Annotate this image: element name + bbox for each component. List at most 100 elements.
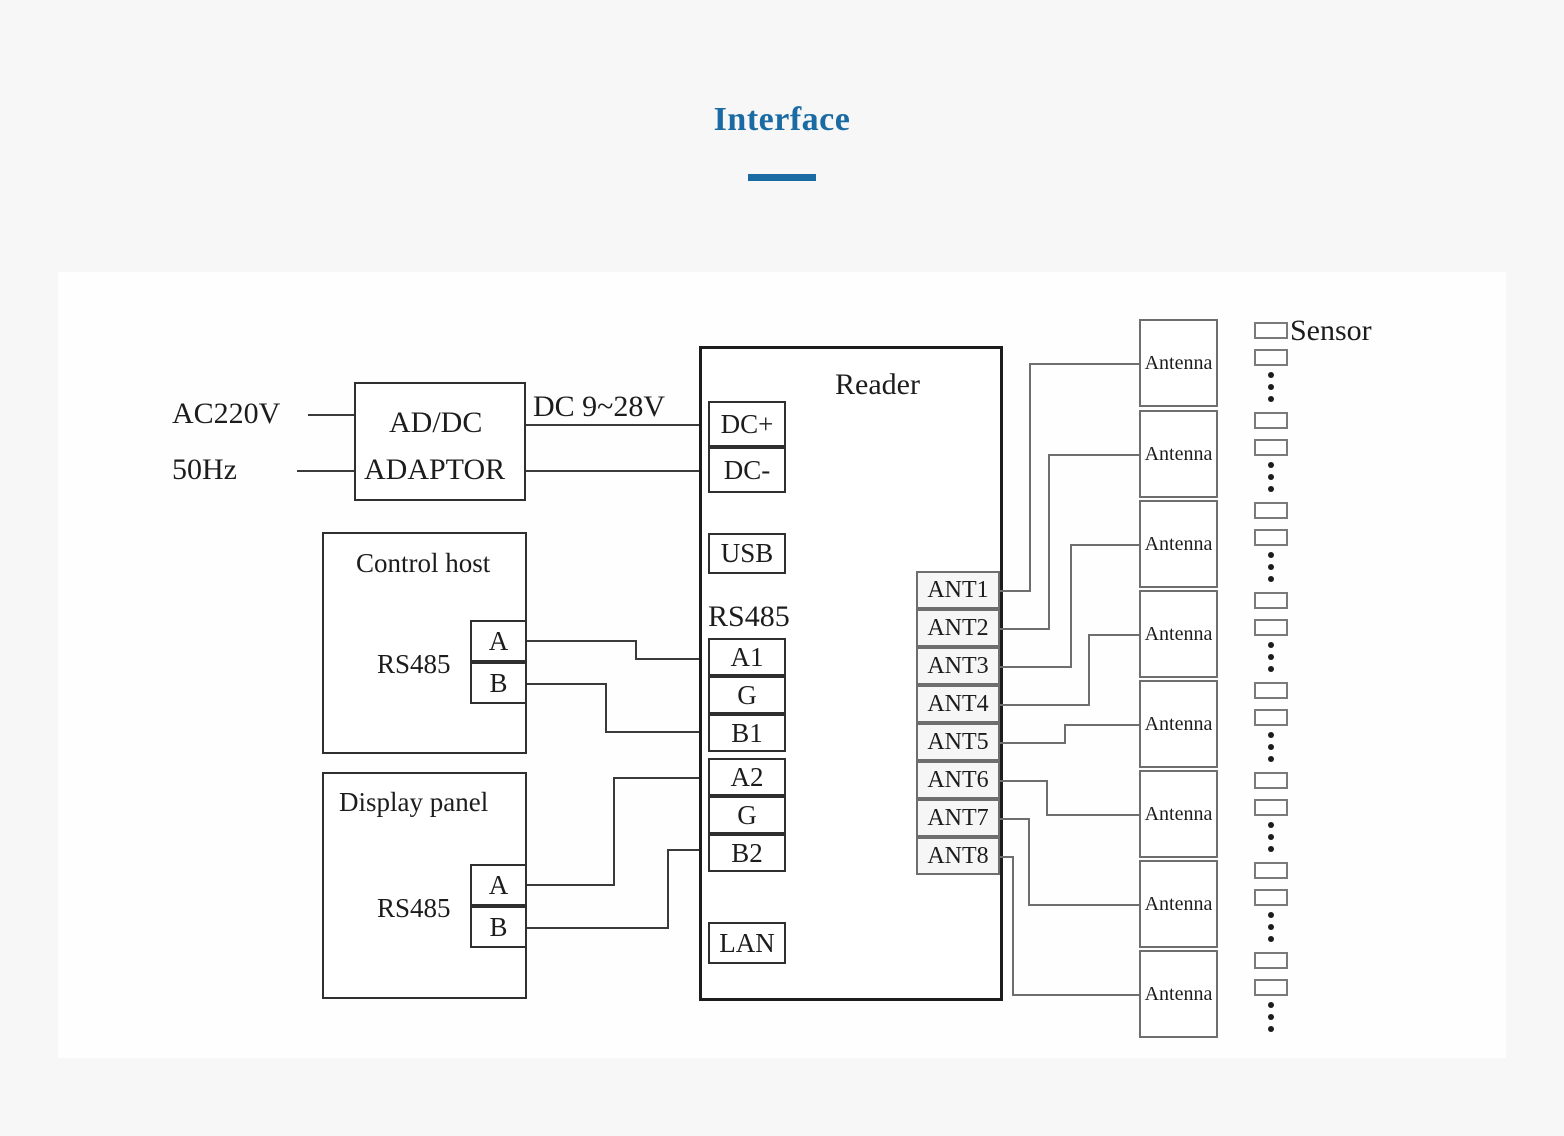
sensor-continuation-dot	[1268, 486, 1274, 492]
sensor-continuation-dot	[1268, 552, 1274, 558]
wire-host-b-seg2	[605, 683, 607, 733]
antenna-box-7: Antenna	[1139, 860, 1218, 948]
reader-port-ant8[interactable]: ANT8	[916, 837, 1000, 875]
sensor-column-label: Sensor	[1290, 314, 1372, 347]
wire-ant8-seg2	[1012, 856, 1014, 996]
ac-source-voltage-label: AC220V	[172, 397, 281, 430]
wire-ant4-seg1	[1000, 704, 1090, 706]
addc-adaptor-label-line1: AD/DC	[389, 406, 483, 439]
wire-ant6-seg2	[1046, 780, 1048, 816]
reader-title: Reader	[835, 368, 920, 401]
wire-display-a-seg3	[613, 777, 710, 779]
antenna-box-8: Antenna	[1139, 950, 1218, 1038]
wire-ant2-seg3	[1048, 454, 1139, 456]
wire-ant6-seg1	[1000, 780, 1048, 782]
sensor-rect	[1254, 592, 1288, 609]
wire-50hz-to-adaptor	[297, 470, 355, 472]
sensor-continuation-dot	[1268, 384, 1274, 390]
sensor-continuation-dot	[1268, 1026, 1274, 1032]
sensor-rect	[1254, 709, 1288, 726]
control-host-port-a[interactable]: A	[470, 620, 527, 662]
sensor-continuation-dot	[1268, 576, 1274, 582]
dc-output-voltage-label: DC 9~28V	[533, 390, 666, 423]
wire-display-a-seg2	[613, 777, 615, 886]
wire-ant3-seg2	[1070, 544, 1072, 668]
sensor-continuation-dot	[1268, 396, 1274, 402]
sensor-rect	[1254, 772, 1288, 789]
page-title: Interface	[713, 101, 851, 138]
sensor-rect	[1254, 862, 1288, 879]
ac-source-frequency-label: 50Hz	[172, 453, 237, 486]
addc-adaptor-label-line2: ADAPTOR	[364, 453, 506, 486]
sensor-continuation-dot	[1268, 846, 1274, 852]
reader-port-b2[interactable]: B2	[708, 834, 786, 872]
reader-port-dc-minus[interactable]: DC-	[708, 447, 786, 493]
wire-display-a-seg1	[527, 884, 615, 886]
sensor-rect	[1254, 349, 1288, 366]
antenna-box-5: Antenna	[1139, 680, 1218, 768]
reader-port-a1[interactable]: A1	[708, 638, 786, 676]
sensor-rect	[1254, 439, 1288, 456]
wire-ant3-seg3	[1070, 544, 1139, 546]
sensor-continuation-dot	[1268, 936, 1274, 942]
reader-port-ant3[interactable]: ANT3	[916, 647, 1000, 685]
wire-adaptor-to-dc-minus	[526, 470, 710, 472]
reader-port-ant6[interactable]: ANT6	[916, 761, 1000, 799]
reader-port-usb[interactable]: USB	[708, 533, 786, 574]
sensor-rect	[1254, 682, 1288, 699]
sensor-continuation-dot	[1268, 666, 1274, 672]
reader-port-b1[interactable]: B1	[708, 714, 786, 752]
wire-ant7-seg1	[1000, 818, 1030, 820]
antenna-box-6: Antenna	[1139, 770, 1218, 858]
sensor-rect	[1254, 799, 1288, 816]
sensor-continuation-dot	[1268, 564, 1274, 570]
sensor-continuation-dot	[1268, 372, 1274, 378]
reader-port-ant1[interactable]: ANT1	[916, 571, 1000, 609]
antenna-box-4: Antenna	[1139, 590, 1218, 678]
antenna-box-2: Antenna	[1139, 410, 1218, 498]
sensor-rect	[1254, 619, 1288, 636]
sensor-continuation-dot	[1268, 912, 1274, 918]
reader-port-lan[interactable]: LAN	[708, 922, 786, 964]
sensor-rect	[1254, 412, 1288, 429]
control-host-port-b[interactable]: B	[470, 662, 527, 704]
wire-ant5-seg2	[1064, 724, 1066, 744]
control-host-bus-label: RS485	[377, 649, 451, 679]
wire-ant7-seg2	[1028, 818, 1030, 906]
sensor-continuation-dot	[1268, 1014, 1274, 1020]
sensor-continuation-dot	[1268, 642, 1274, 648]
sensor-rect	[1254, 502, 1288, 519]
reader-port-ant7[interactable]: ANT7	[916, 799, 1000, 837]
page-header: Interface	[0, 98, 1564, 181]
antenna-box-1: Antenna	[1139, 319, 1218, 407]
display-panel-port-a[interactable]: A	[470, 864, 527, 906]
reader-rs485-label: RS485	[708, 600, 790, 633]
sensor-rect	[1254, 529, 1288, 546]
wire-display-b-seg2	[667, 849, 669, 929]
wire-host-a-seg2	[635, 640, 637, 659]
reader-port-ant5[interactable]: ANT5	[916, 723, 1000, 761]
sensor-continuation-dot	[1268, 744, 1274, 750]
display-panel-port-b[interactable]: B	[470, 906, 527, 948]
reader-port-dc-plus[interactable]: DC+	[708, 401, 786, 447]
wire-host-b-seg3	[605, 731, 710, 733]
reader-port-g1[interactable]: G	[708, 676, 786, 714]
sensor-continuation-dot	[1268, 732, 1274, 738]
sensor-continuation-dot	[1268, 924, 1274, 930]
wire-adaptor-to-dc-plus	[526, 424, 710, 426]
reader-port-ant4[interactable]: ANT4	[916, 685, 1000, 723]
reader-port-a2[interactable]: A2	[708, 758, 786, 796]
wire-ant4-seg2	[1088, 634, 1090, 706]
sensor-continuation-dot	[1268, 834, 1274, 840]
wire-ant3-seg1	[1000, 666, 1072, 668]
wire-ant1-seg1	[1000, 590, 1031, 592]
reader-port-ant2[interactable]: ANT2	[916, 609, 1000, 647]
sensor-continuation-dot	[1268, 756, 1274, 762]
reader-port-g2[interactable]: G	[708, 796, 786, 834]
wire-ant2-seg2	[1048, 454, 1050, 630]
wire-ant7-seg3	[1028, 904, 1139, 906]
wire-ant8-seg3	[1012, 994, 1139, 996]
sensor-continuation-dot	[1268, 474, 1274, 480]
interface-diagram-panel: AC220V 50Hz AD/DC ADAPTOR DC 9~28V Contr…	[58, 272, 1506, 1058]
antenna-box-3: Antenna	[1139, 500, 1218, 588]
